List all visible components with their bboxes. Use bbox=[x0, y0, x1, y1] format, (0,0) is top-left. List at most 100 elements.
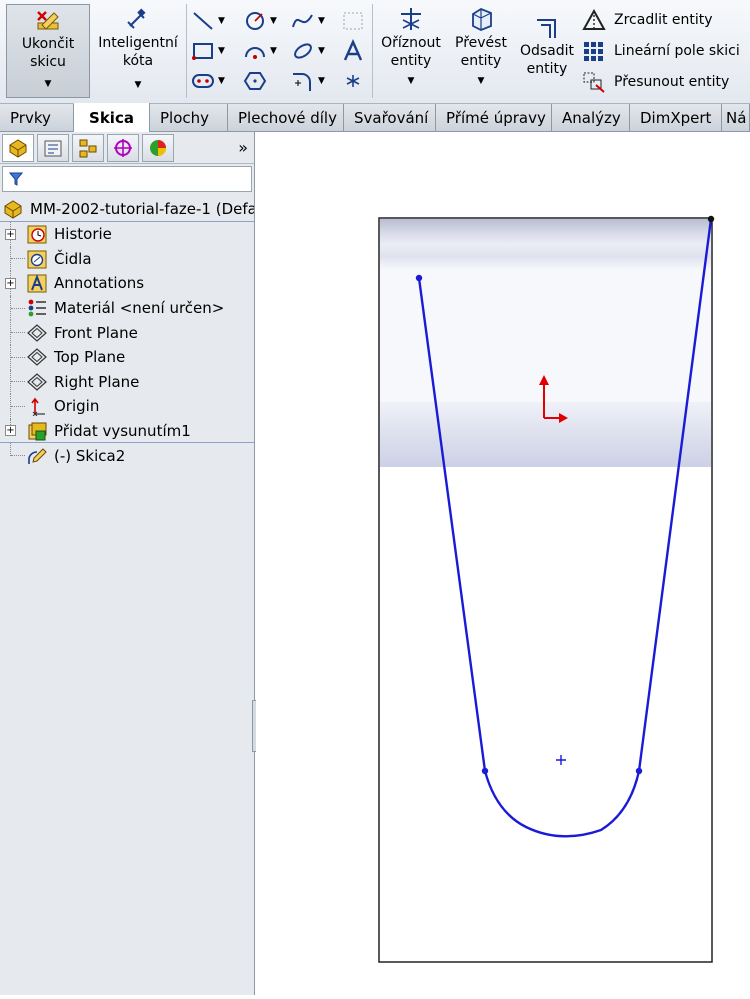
tree-item-label: Materiál <není určen> bbox=[54, 299, 225, 318]
convert-icon bbox=[472, 7, 492, 31]
tab-surfaces[interactable]: Plochy bbox=[150, 104, 228, 131]
mirror-entities-button[interactable]: Zrcadlit entity bbox=[582, 4, 750, 35]
exit-sketch-icon bbox=[37, 11, 59, 30]
tree-item-label: Top Plane bbox=[54, 348, 126, 367]
graphics-viewport[interactable] bbox=[256, 132, 750, 995]
sketch-endpoint[interactable] bbox=[481, 767, 489, 775]
tree-item-history[interactable]: + Historie bbox=[0, 222, 254, 247]
tab-weldments[interactable]: Svařování bbox=[344, 104, 436, 131]
dropdown-arrow-icon[interactable]: ▼ bbox=[218, 76, 225, 86]
dropdown-arrow-icon[interactable]: ▼ bbox=[135, 76, 142, 94]
dropdown-arrow-icon[interactable]: ▼ bbox=[478, 72, 485, 90]
entity-tools-list: Zrcadlit entity Lineární pole skici Přes… bbox=[582, 4, 750, 97]
tree-item-label: Origin bbox=[54, 397, 100, 416]
expand-toggle-icon[interactable]: + bbox=[5, 228, 16, 240]
fillet-tool[interactable]: ▼ bbox=[290, 68, 330, 94]
tree-item-top-plane[interactable]: Top Plane bbox=[0, 344, 254, 370]
tab-sketch[interactable]: Skica bbox=[74, 103, 150, 132]
tree-item-label: Čidla bbox=[54, 249, 92, 268]
ribbon-separator bbox=[186, 4, 187, 98]
trim-label-2: entity bbox=[390, 53, 432, 69]
expand-toggle-icon[interactable]: + bbox=[5, 277, 16, 289]
tree-filter[interactable] bbox=[2, 166, 252, 192]
circle-icon bbox=[246, 12, 264, 30]
tree-item-origin[interactable]: Origin bbox=[0, 394, 254, 419]
polygon-tool[interactable] bbox=[242, 68, 282, 94]
dropdown-arrow-icon[interactable]: ▼ bbox=[318, 16, 325, 26]
tab-dimxpert[interactable]: DimXpert bbox=[630, 104, 722, 131]
fillet-icon bbox=[293, 73, 311, 91]
configuration-icon bbox=[79, 139, 97, 157]
tree-item-sketch2[interactable]: (-) Skica2 bbox=[0, 443, 254, 468]
construction-grid-tool[interactable] bbox=[340, 8, 380, 34]
property-manager-tab[interactable] bbox=[37, 133, 69, 162]
exit-sketch-button[interactable]: Ukončit skicu ▼ bbox=[6, 4, 90, 98]
point-tool[interactable] bbox=[340, 68, 380, 94]
convert-entities-button[interactable]: Převést entity ▼ bbox=[446, 6, 516, 96]
tree-item-annotations[interactable]: + Annotations bbox=[0, 271, 254, 296]
dropdown-arrow-icon[interactable]: ▼ bbox=[45, 75, 52, 93]
tree-connector bbox=[11, 332, 25, 334]
spline-tool[interactable]: ▼ bbox=[290, 8, 330, 34]
ribbon-toolbar: Ukončit skicu ▼ Inteligentní kóta ▼ ▼ ▼ … bbox=[0, 0, 750, 104]
material-icon bbox=[28, 299, 46, 317]
sketch-endpoint[interactable] bbox=[635, 767, 643, 775]
slot-tool[interactable]: ▼ bbox=[190, 68, 230, 94]
arc-tool[interactable]: ▼ bbox=[242, 38, 282, 64]
tab-direct-editing[interactable]: Přímé úpravy bbox=[436, 104, 552, 131]
feature-tree: MM-2002-tutorial-faze-1 (Defa + Historie… bbox=[0, 196, 254, 468]
tree-item-sensors[interactable]: Čidla bbox=[0, 246, 254, 272]
feature-manager-panel: » MM-2002-tutorial-faze-1 (Defa + Histor… bbox=[0, 132, 255, 995]
smart-dimension-button[interactable]: Inteligentní kóta ▼ bbox=[94, 4, 182, 98]
tab-sheet-metal[interactable]: Plechové díly bbox=[228, 104, 344, 131]
tree-root-part[interactable]: MM-2002-tutorial-faze-1 (Defa bbox=[0, 196, 254, 222]
trim-label-1: Oříznout bbox=[381, 35, 441, 51]
tab-features[interactable]: Prvky bbox=[0, 104, 74, 131]
smart-dimension-icon bbox=[127, 8, 146, 29]
sketch-tools-grid: ▼ ▼ ▼ ▼ ▼ ▼ ▼ ▼ bbox=[190, 4, 370, 98]
tree-item-right-plane[interactable]: Right Plane bbox=[0, 369, 254, 395]
move-entities-button[interactable]: Přesunout entity bbox=[582, 66, 750, 97]
offset-label-1: Odsadit bbox=[519, 43, 575, 59]
expand-toggle-icon[interactable]: + bbox=[5, 425, 16, 437]
dropdown-arrow-icon[interactable]: ▼ bbox=[218, 16, 225, 26]
dropdown-arrow-icon[interactable]: ▼ bbox=[218, 46, 225, 56]
ellipse-tool[interactable]: ▼ bbox=[290, 38, 330, 64]
tree-item-boss-extrude[interactable]: + Přidat vysunutím1 bbox=[0, 418, 254, 444]
rectangle-tool[interactable]: ▼ bbox=[190, 38, 230, 64]
tree-item-front-plane[interactable]: Front Plane bbox=[0, 320, 254, 345]
display-manager-tab[interactable] bbox=[142, 133, 174, 162]
linear-pattern-button[interactable]: Lineární pole skici bbox=[582, 35, 750, 66]
configuration-manager-tab[interactable] bbox=[72, 133, 104, 162]
offset-entities-button[interactable]: Odsadit entity bbox=[512, 14, 582, 104]
dropdown-arrow-icon[interactable]: ▼ bbox=[318, 46, 325, 56]
circle-tool[interactable]: ▼ bbox=[242, 8, 282, 34]
trim-entities-button[interactable]: Oříznout entity ▼ bbox=[376, 6, 446, 96]
dropdown-arrow-icon[interactable]: ▼ bbox=[318, 76, 325, 86]
text-tool[interactable] bbox=[340, 38, 380, 64]
more-tabs-chevron[interactable]: » bbox=[238, 138, 248, 157]
sketch-canvas[interactable] bbox=[256, 132, 750, 995]
feature-manager-tab[interactable] bbox=[2, 133, 34, 162]
sketch-endpoint[interactable] bbox=[707, 215, 715, 223]
spline-icon bbox=[292, 14, 313, 28]
dropdown-arrow-icon[interactable]: ▼ bbox=[408, 72, 415, 90]
line-tool[interactable]: ▼ bbox=[190, 8, 230, 34]
tree-item-material[interactable]: Materiál <není určen> bbox=[0, 295, 254, 321]
part-icon bbox=[4, 199, 22, 219]
tree-root-label: MM-2002-tutorial-faze-1 (Defa bbox=[30, 199, 254, 218]
shaded-top-band bbox=[380, 219, 711, 269]
tab-evaluate[interactable]: Analýzy bbox=[552, 104, 630, 131]
sketch-endpoint[interactable] bbox=[415, 274, 423, 282]
slot-icon bbox=[192, 74, 214, 88]
mirror-icon bbox=[582, 8, 606, 30]
trim-icon bbox=[401, 8, 421, 30]
plane-icon bbox=[27, 373, 47, 391]
convert-label-2: entity bbox=[460, 53, 502, 69]
plane-icon bbox=[27, 323, 47, 342]
text-icon bbox=[343, 39, 363, 61]
dimxpert-manager-tab[interactable] bbox=[107, 133, 139, 162]
tab-more[interactable]: Ná bbox=[722, 104, 750, 131]
dropdown-arrow-icon[interactable]: ▼ bbox=[270, 46, 277, 56]
dropdown-arrow-icon[interactable]: ▼ bbox=[270, 16, 277, 26]
